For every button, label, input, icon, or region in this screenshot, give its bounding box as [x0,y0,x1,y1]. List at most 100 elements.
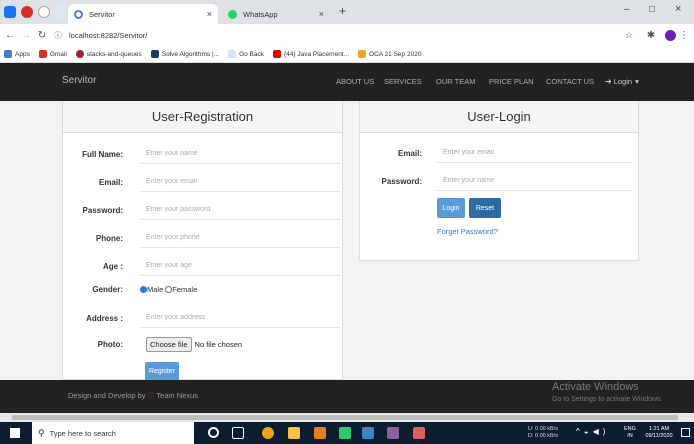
site-footer: Design and Develop by ♡ Team Nexus Activ… [0,380,694,413]
nav-price-plan[interactable]: PRICE PLAN [489,77,534,86]
male-radio[interactable] [140,286,147,293]
reset-button[interactable]: Reset [469,198,501,218]
search-icon: ⚲ [38,427,45,438]
tab-whatsapp[interactable]: WhatsApp × [222,4,330,24]
form-row: Phone: [63,228,340,248]
calculator-icon[interactable] [55,6,67,18]
app-icon[interactable] [339,427,351,439]
bookmark-apps[interactable]: Apps [4,50,30,58]
avatar[interactable] [665,29,676,41]
bookmarks-bar: Apps Gmail stacks-and-queues Solve Algor… [0,46,694,63]
bookmark-gmail[interactable]: Gmail [38,50,67,58]
password-label: Password: [82,205,123,215]
tab-label: Servitor [89,9,115,19]
nav-login[interactable]: ➔ Login ▾ [605,77,639,86]
choose-file-button[interactable]: Choose file [146,337,192,352]
file-explorer-icon[interactable] [288,427,300,439]
nav-about-us[interactable]: ABOUT US [336,77,374,86]
brand-link[interactable]: Servitor [62,75,96,86]
activate-windows-title: Activate Windows [552,381,639,393]
registration-panel: User-Registration Full Name: Email: Pass… [62,101,343,380]
form-row: Address : [63,308,340,328]
minimize-button[interactable]: – [624,4,630,15]
extensions-icon[interactable]: ✱ [643,30,659,41]
nav-contact-us[interactable]: CONTACT US [546,77,594,86]
phone-input[interactable] [140,228,340,248]
apps-grid-icon [4,50,12,58]
forward-icon[interactable]: → [18,30,34,41]
email-input[interactable] [140,172,340,192]
register-button[interactable]: Register [145,362,179,380]
form-row: Photo: Choose file No file chosen [63,337,242,352]
login-title: User-Login [360,101,638,133]
age-input[interactable] [140,256,340,276]
registration-title: User-Registration [63,101,342,133]
form-row: Email: [63,172,340,192]
sublime-icon[interactable] [314,427,326,439]
back-icon[interactable]: ← [2,30,18,41]
bookmark-solve[interactable]: Solve Algorithms |... [150,50,219,58]
chevron-up-icon[interactable]: ^ [576,427,584,436]
eclipse-icon[interactable] [387,427,399,439]
bookmark-stacks[interactable]: stacks-and-queues [75,50,142,58]
wifi-icon[interactable]: ◒ [584,427,593,436]
bookmark-java[interactable]: (44) Java Placement... [273,50,349,58]
clock[interactable]: 1:21 AM 09/11/2020 [642,426,676,440]
menu-icon[interactable]: ⋮ [676,30,692,41]
age-label: Age : [103,261,123,271]
login-email-label: Email: [397,148,422,158]
site-icon [75,50,84,58]
language-indicator[interactable]: ENG IN [624,426,636,440]
login-button[interactable]: Login [437,198,465,218]
cortana-icon[interactable] [208,427,219,438]
photo-label: Photo: [97,340,123,349]
form-row: Email: [360,143,632,163]
taskbar-search[interactable]: ⚲ Type here to search [32,422,194,444]
scrollbar-thumb[interactable] [12,415,678,420]
app-icon[interactable] [21,6,33,18]
female-radio[interactable] [165,286,173,293]
vscode-icon[interactable] [362,427,374,439]
browser-toolbar: ← → ↻ ⓘ localhost:8282/Servitor/ ☆ ✱ ⋮ [0,24,694,46]
address-label: Address : [86,313,123,323]
forget-password-link[interactable]: Forget Password? [437,227,498,236]
maximize-button[interactable]: □ [649,4,655,15]
chrome-icon[interactable] [38,6,50,18]
close-window-button[interactable]: × [675,3,681,15]
male-label: Male [147,285,164,294]
app-icon[interactable] [413,427,425,439]
login-panel: User-Login Email: Password: Login Reset … [359,101,639,261]
new-tab-button[interactable]: + [339,4,346,18]
nav-services[interactable]: SERVICES [384,77,422,86]
taskview-icon[interactable] [4,6,16,18]
reload-icon[interactable]: ↻ [34,30,50,41]
chrome-taskbar-icon[interactable] [262,427,274,439]
address-input[interactable] [140,308,340,328]
address-bar[interactable]: localhost:8282/Servitor/ [69,31,147,40]
task-view-icon[interactable] [232,427,244,439]
star-icon[interactable]: ☆ [621,30,637,41]
system-tray-icons[interactable]: ^◒◀) [576,427,609,436]
back-page-icon [228,50,237,58]
form-row: Full Name: [63,144,340,164]
bookmark-oca[interactable]: OCA 21 Sep 2020 [358,50,421,58]
gmail-icon [38,50,47,58]
windows-taskbar: ⚲ Type here to search U: 0.00 kB/s D: 0.… [0,422,694,444]
login-email-input[interactable] [437,143,632,163]
nav-our-team[interactable]: OUR TEAM [436,77,475,86]
whatsapp-icon [228,9,237,19]
password-input[interactable] [140,200,340,220]
horizontal-scrollbar[interactable] [0,413,694,422]
form-row: Age : [63,256,340,276]
volume-icon[interactable]: ◀) [593,427,610,436]
close-tab-icon[interactable]: × [319,9,324,19]
info-icon[interactable]: ⓘ [50,30,66,41]
tab-servitor[interactable]: Servitor × [68,4,218,24]
login-password-input[interactable] [437,171,632,191]
notification-icon[interactable] [681,428,690,437]
female-label: Female [172,285,198,294]
close-tab-icon[interactable]: × [207,9,212,19]
full-name-input[interactable] [140,144,340,164]
bookmark-goback[interactable]: Go Back [228,50,264,58]
windows-start-icon[interactable] [10,428,20,438]
